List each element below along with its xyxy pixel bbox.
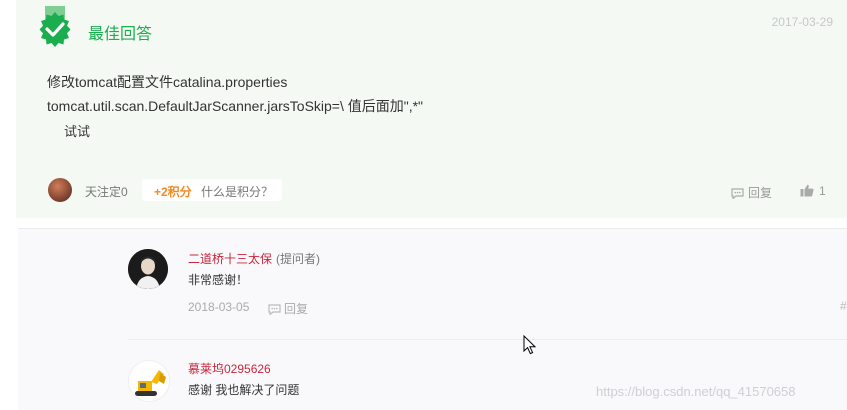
comment-text: 非常感谢！ xyxy=(188,273,249,287)
comment-icon xyxy=(268,304,281,315)
comment-text-2: 感谢 我也解决了问题 xyxy=(188,383,300,397)
cursor-icon xyxy=(523,335,537,355)
excavator-avatar-image xyxy=(129,361,169,401)
answerer-avatar[interactable] xyxy=(48,178,72,202)
answer-text-line-3: 试试 xyxy=(64,124,91,139)
comment-divider xyxy=(128,339,847,340)
reply-label: 回复 xyxy=(748,186,773,200)
watermark: https://blog.csdn.net/qq_41570658 xyxy=(596,384,796,399)
divider xyxy=(18,228,847,229)
like-button[interactable]: 1 xyxy=(800,184,826,198)
commenter-avatar-2[interactable] xyxy=(128,360,170,402)
avatar-portrait xyxy=(128,249,168,289)
commenter-avatar[interactable] xyxy=(128,249,168,289)
answer-text-line-1: 修改tomcat配置文件catalina.properties xyxy=(47,74,288,90)
asker-role-label: (提问者) xyxy=(276,252,321,266)
like-count: 1 xyxy=(819,184,826,198)
comment-author-link-2[interactable]: 慕莱坞0295626 xyxy=(188,360,271,377)
comment-reply-button[interactable]: 回复 xyxy=(268,300,308,317)
answer-text-line-2: tomcat.util.scan.DefaultJarScanner.jarsT… xyxy=(47,98,424,114)
comment-author-line: 二道桥十三太保 (提问者) xyxy=(188,250,320,267)
answer-date: 2017-03-29 xyxy=(771,15,833,29)
points-value: +2积分 xyxy=(154,185,192,199)
best-answer-title: 最佳回答 xyxy=(88,26,153,43)
points-help-link[interactable]: 什么是积分？ xyxy=(201,183,273,200)
comment-icon xyxy=(731,188,744,199)
comment-date: 2018-03-05 xyxy=(188,300,250,314)
comment-anchor-link[interactable]: # xyxy=(840,299,847,313)
best-answer-badge-icon xyxy=(39,6,71,47)
reply-button[interactable]: 回复 xyxy=(731,184,772,201)
comment-author-link[interactable]: 二道桥十三太保 xyxy=(188,252,272,266)
comment-reply-label: 回复 xyxy=(284,302,309,316)
answerer-name-link[interactable]: 天注定0 xyxy=(85,183,128,200)
thumbs-up-icon xyxy=(800,184,814,197)
